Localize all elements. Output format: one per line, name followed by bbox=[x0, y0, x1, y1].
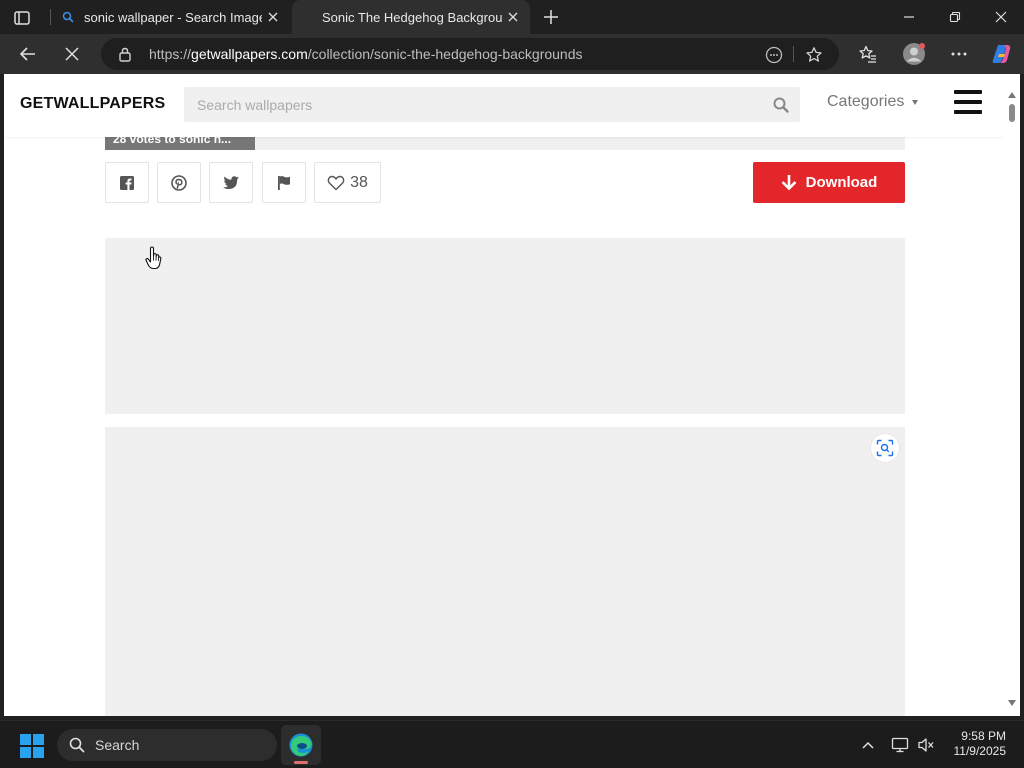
download-button[interactable]: Download bbox=[753, 162, 905, 203]
show-hidden-icons-chevron-icon[interactable] bbox=[858, 735, 878, 755]
heart-icon bbox=[327, 175, 345, 190]
more-options-icon[interactable] bbox=[944, 40, 974, 68]
vertical-scrollbar[interactable] bbox=[1004, 74, 1020, 716]
pinterest-icon bbox=[171, 174, 187, 191]
tab-title: Sonic The Hedgehog Backgrounds bbox=[322, 9, 502, 25]
twitter-share-button[interactable] bbox=[209, 162, 253, 203]
lock-icon[interactable] bbox=[117, 46, 133, 62]
site-logo[interactable]: GETWALLPAPERS bbox=[20, 95, 165, 113]
download-label: Download bbox=[805, 174, 878, 191]
site-header: GETWALLPAPERS Categories bbox=[4, 74, 1004, 137]
favorites-icon[interactable] bbox=[853, 40, 883, 68]
profile-avatar-icon[interactable] bbox=[899, 40, 929, 68]
like-count: 38 bbox=[350, 173, 368, 191]
categories-label: Categories bbox=[827, 93, 905, 110]
volume-muted-icon[interactable] bbox=[916, 735, 936, 755]
tab-sonic-backgrounds[interactable]: Sonic The Hedgehog Backgrounds bbox=[292, 0, 530, 34]
browser-toolbar: https://getwallpapers.com/collection/son… bbox=[0, 34, 1024, 74]
omnibox-divider bbox=[793, 46, 794, 62]
active-app-indicator bbox=[294, 761, 308, 764]
windows-start-icon[interactable] bbox=[20, 734, 44, 758]
wallpaper-image-placeholder[interactable] bbox=[105, 427, 905, 716]
categories-dropdown[interactable]: Categories bbox=[827, 93, 919, 111]
copilot-icon[interactable] bbox=[987, 40, 1017, 68]
facebook-icon bbox=[120, 175, 134, 190]
favorite-star-icon[interactable] bbox=[803, 44, 825, 66]
like-button[interactable]: 38 bbox=[314, 162, 381, 203]
site-search-box bbox=[184, 87, 800, 122]
votes-caption: 28 votes to sonic h... bbox=[105, 137, 255, 150]
edge-browser-taskbar-icon[interactable] bbox=[281, 725, 321, 765]
new-tab-icon[interactable] bbox=[540, 6, 562, 28]
download-arrow-icon bbox=[781, 174, 796, 190]
back-arrow-icon[interactable] bbox=[13, 40, 43, 68]
minimize-icon[interactable] bbox=[886, 0, 932, 34]
scroll-up-arrow-icon[interactable] bbox=[1008, 92, 1016, 98]
flag-icon bbox=[278, 175, 290, 190]
clock-date: 11/9/2025 bbox=[953, 744, 1007, 758]
bing-search-icon bbox=[60, 9, 76, 25]
pinterest-share-button[interactable] bbox=[157, 162, 201, 203]
twitter-bird-icon bbox=[223, 175, 239, 189]
tab-separator bbox=[50, 9, 51, 25]
network-icon[interactable] bbox=[890, 735, 910, 755]
clock-time: 9:58 PM bbox=[961, 729, 1006, 743]
caret-down-icon bbox=[912, 99, 919, 105]
tab-search-images[interactable]: sonic wallpaper - Search Images bbox=[54, 0, 290, 34]
ad-placeholder bbox=[105, 238, 905, 414]
scrollbar-thumb[interactable] bbox=[1009, 104, 1015, 122]
hand-pointer-cursor-icon bbox=[145, 246, 163, 270]
search-icon[interactable] bbox=[772, 96, 790, 114]
search-input[interactable] bbox=[184, 87, 764, 122]
page-viewport[interactable]: GETWALLPAPERS Categories 28 votes to son… bbox=[4, 74, 1004, 716]
hamburger-menu-icon[interactable] bbox=[954, 90, 982, 116]
visual-search-icon[interactable] bbox=[871, 434, 899, 462]
report-flag-button[interactable] bbox=[262, 162, 306, 203]
loading-favicon-icon bbox=[298, 9, 314, 25]
stop-loading-icon[interactable] bbox=[57, 40, 87, 68]
close-tab-icon[interactable] bbox=[262, 6, 284, 28]
close-tab-icon[interactable] bbox=[502, 6, 524, 28]
browser-tab-strip: sonic wallpaper - Search Images Sonic Th… bbox=[0, 0, 1024, 34]
windows-taskbar: Search 9:58 PM 11/9/2025 bbox=[0, 720, 1024, 768]
taskbar-search-box[interactable]: Search bbox=[57, 729, 277, 761]
taskbar-clock[interactable]: 9:58 PM 11/9/2025 bbox=[946, 729, 1007, 759]
votes-caption-text: 28 votes to sonic h... bbox=[113, 137, 232, 146]
search-icon bbox=[69, 737, 85, 753]
close-window-icon[interactable] bbox=[978, 0, 1024, 34]
window-border bbox=[1020, 74, 1024, 716]
facebook-share-button[interactable] bbox=[105, 162, 149, 203]
scroll-down-arrow-icon[interactable] bbox=[1008, 700, 1016, 706]
restore-icon[interactable] bbox=[932, 0, 978, 34]
tab-title: sonic wallpaper - Search Images bbox=[84, 9, 262, 25]
taskbar-search-label: Search bbox=[95, 737, 140, 753]
url-text: https://getwallpapers.com/collection/son… bbox=[149, 46, 583, 62]
reading-view-icon[interactable] bbox=[763, 44, 785, 66]
address-bar[interactable]: https://getwallpapers.com/collection/son… bbox=[101, 38, 839, 70]
tab-actions-icon[interactable] bbox=[12, 8, 32, 28]
